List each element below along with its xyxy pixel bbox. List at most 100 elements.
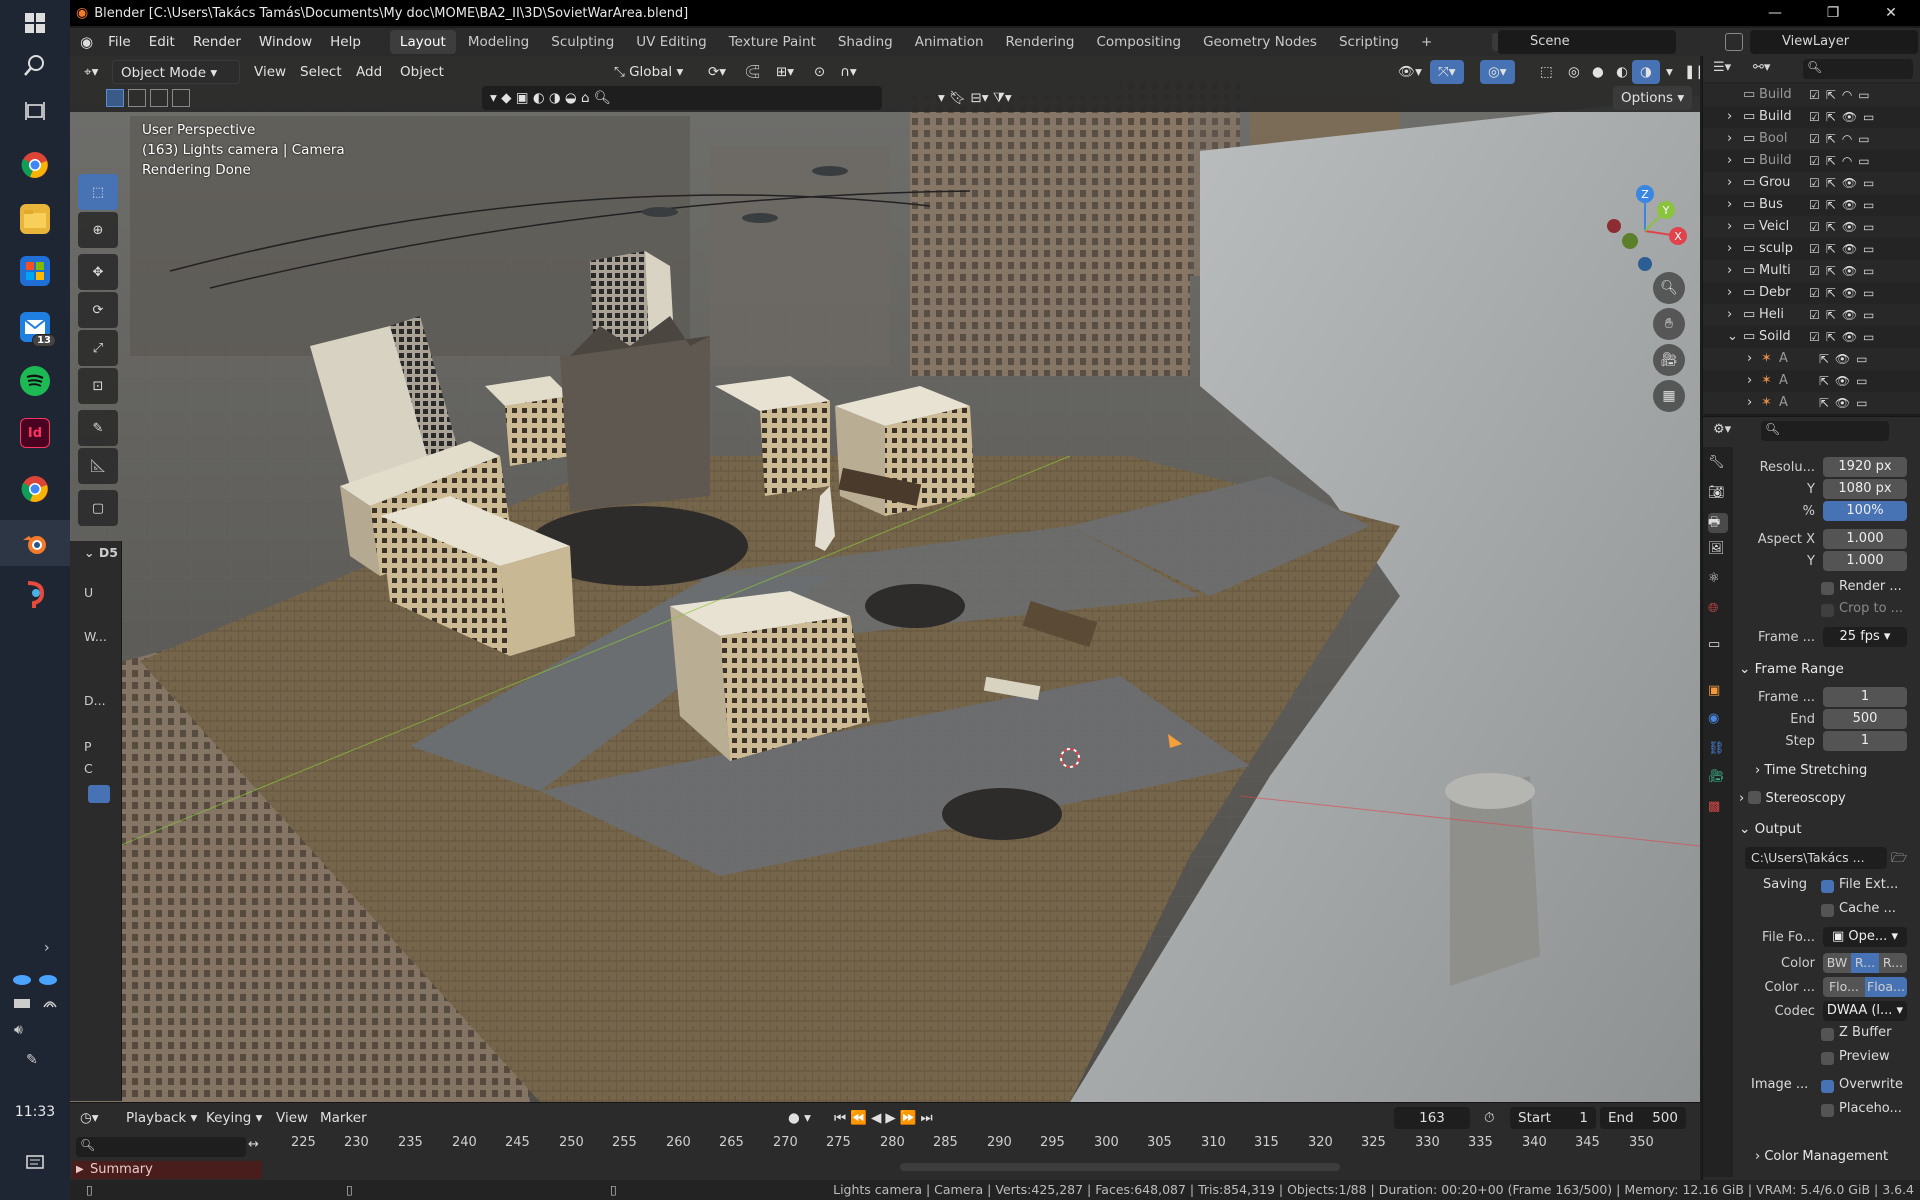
end-frame-field[interactable]: End 500 (1600, 1107, 1686, 1129)
record-icon[interactable]: ● ▾ (788, 1107, 811, 1129)
search-icon[interactable] (20, 50, 50, 80)
select-new-icon[interactable] (106, 89, 124, 107)
snap-icon[interactable]: 🧲︎ (736, 60, 769, 84)
npanel-header[interactable]: ⌄ D5 (84, 545, 118, 560)
menu-file[interactable]: File (99, 28, 140, 56)
proportional-edit-icon[interactable]: ⊙ (806, 60, 833, 84)
channel-width-icon[interactable]: ↔ (248, 1137, 259, 1152)
resolution-y-field[interactable]: 1080 px (1823, 479, 1907, 499)
annotate-tool-icon[interactable]: ✎ (78, 410, 118, 446)
view-layer-selector[interactable]: ViewLayer (1750, 30, 1918, 54)
render-region-checkbox[interactable] (1821, 582, 1834, 595)
outliner-display-icon[interactable]: ⚯▾ (1753, 60, 1770, 75)
output-tab-icon[interactable]: 🖶︎ (1708, 513, 1728, 533)
overwrite-checkbox[interactable] (1821, 1080, 1834, 1093)
codec-dropdown[interactable]: DWAA (l... ▾ (1823, 1001, 1907, 1021)
preview-checkbox[interactable] (1821, 1052, 1834, 1065)
scale-tool-icon[interactable]: ⤢ (78, 330, 118, 366)
notification-icon[interactable] (26, 1155, 44, 1175)
add-workspace-button[interactable]: + (1411, 30, 1442, 54)
maximize-button[interactable]: ❐ (1804, 0, 1862, 26)
texture-tab-icon[interactable]: ▩ (1708, 799, 1728, 819)
tab-geometry-nodes[interactable]: Geometry Nodes (1193, 30, 1327, 54)
xray-icon[interactable]: ⬚ (1532, 60, 1561, 84)
timeline-editor-type-icon[interactable]: ◷▾ (80, 1107, 99, 1129)
viewport-filter-bar[interactable]: ▾ ◆ ▣ ◐ ◑ ◒ ⌂ 🔍︎ (482, 86, 882, 110)
editor-type-icon[interactable]: ⌖▾ (76, 60, 106, 84)
cache-result-checkbox[interactable] (1821, 904, 1834, 917)
frame-rate-dropdown[interactable]: 25 fps ▾ (1823, 627, 1907, 647)
object-tab-icon[interactable]: ▣ (1708, 683, 1728, 703)
add-cube-tool-icon[interactable]: ▢ (78, 490, 118, 526)
render-tab-icon[interactable]: 📷︎ (1708, 485, 1728, 505)
snap-target-icon[interactable]: ⊞▾ (768, 60, 802, 84)
shading-rendered-icon[interactable]: ◑ (1632, 60, 1660, 84)
pan-hand-icon[interactable]: ✋︎ (1653, 308, 1685, 340)
tab-modeling[interactable]: Modeling (458, 30, 539, 54)
current-frame-field[interactable]: 163 (1394, 1107, 1470, 1129)
time-stretching-panel-header[interactable]: › Time Stretching (1739, 759, 1915, 783)
falloff-icon[interactable]: ∩▾ (832, 60, 865, 84)
scene-selector[interactable]: Scene (1498, 30, 1676, 54)
menu-view[interactable]: View (246, 60, 294, 84)
select-box-tool-icon[interactable]: ⬚ (78, 174, 118, 210)
menu-select[interactable]: Select (292, 60, 350, 84)
blender-taskbar-icon[interactable] (20, 528, 50, 558)
stereoscopy-checkbox[interactable] (1748, 791, 1762, 804)
zoom-icon[interactable]: 🔍︎ (1653, 272, 1685, 304)
measure-tool-icon[interactable]: 📐︎ (78, 448, 118, 484)
tab-uv-editing[interactable]: UV Editing (626, 30, 716, 54)
move-tool-icon[interactable]: ✥ (78, 254, 118, 290)
physics-tab-icon[interactable]: ◉ (1708, 711, 1728, 731)
cursor-tool-icon[interactable]: ⊕ (78, 212, 118, 248)
scene-tab-icon[interactable]: ⚛ (1708, 571, 1728, 591)
z-buffer-checkbox[interactable] (1821, 1028, 1834, 1041)
orientation-dropdown[interactable]: ⤡ Global ▾ (606, 60, 696, 84)
preview-range-icon[interactable]: ⏱ (1484, 1107, 1495, 1129)
network-icon[interactable] (12, 995, 60, 1015)
transform-tool-icon[interactable]: ⊡ (78, 368, 118, 404)
chevron-right-icon[interactable]: › (44, 940, 50, 956)
close-button[interactable]: ✕ (1862, 0, 1920, 26)
spotify-icon[interactable] (20, 366, 50, 396)
tab-layout[interactable]: Layout (389, 30, 456, 54)
file-format-dropdown[interactable]: ▣ Ope... ▾ (1823, 927, 1907, 947)
select-subtract-icon[interactable] (150, 89, 169, 107)
resolution-x-field[interactable]: 1920 px (1823, 457, 1907, 477)
select-invert-icon[interactable] (172, 89, 191, 107)
menu-object[interactable]: Object (392, 60, 452, 84)
frame-step-field[interactable]: 1 (1823, 731, 1907, 751)
summary-channel[interactable]: ▶ Summary (72, 1161, 262, 1179)
frame-start-field[interactable]: 1 (1823, 687, 1907, 707)
chrome-icon-2[interactable] (20, 474, 50, 504)
outliner-editor-icon[interactable]: ☰▾ (1713, 60, 1731, 75)
timeline-scrollbar[interactable] (900, 1163, 1340, 1171)
select-mode-buttons[interactable] (106, 89, 202, 109)
file-explorer-icon[interactable] (20, 204, 50, 234)
pen-icon[interactable]: ✎ (26, 1052, 38, 1068)
store-icon[interactable] (20, 256, 50, 286)
aspect-x-field[interactable]: 1.000 (1823, 529, 1907, 549)
clock-time[interactable]: 11:33 (0, 1104, 70, 1120)
tab-compositing[interactable]: Compositing (1086, 30, 1191, 54)
pivot-icon[interactable]: ⟳▾ (700, 60, 734, 84)
npanel-color-swatch[interactable] (88, 785, 110, 803)
tab-animation[interactable]: Animation (905, 30, 994, 54)
playback-controls[interactable]: ⏮⏪◀▶⏩⏭ (834, 1107, 937, 1129)
tab-scripting[interactable]: Scripting (1329, 30, 1409, 54)
constraints-tab-icon[interactable]: ⛓︎ (1708, 741, 1728, 761)
volume-icon[interactable]: 🔊︎ (14, 1022, 23, 1038)
stereoscopy-panel-header[interactable]: › Stereoscopy (1739, 787, 1915, 811)
world-tab-icon[interactable]: 🌐︎ (1708, 601, 1728, 621)
outliner-search-input[interactable]: 🔍︎ (1803, 59, 1913, 79)
properties-editor-icon[interactable]: ⚙▾ (1713, 422, 1731, 437)
folder-icon[interactable]: 🗁︎ (1891, 849, 1907, 871)
timeline-ruler[interactable]: 🔍︎ ↔ 225 230 235 240 245 250 255 260 265… (70, 1135, 1700, 1159)
frame-end-field[interactable]: 500 (1823, 709, 1907, 729)
menu-view-timeline[interactable]: View (276, 1107, 308, 1129)
output-path-field[interactable]: C:\Users\Takács ... (1745, 847, 1887, 869)
properties-search-input[interactable]: 🔍︎ (1761, 421, 1889, 441)
gizmo-toggle-icon[interactable]: ⤧▾ (1430, 60, 1464, 84)
overlay-toggle-icon[interactable]: ◎▾ (1480, 60, 1515, 84)
frame-range-panel-header[interactable]: ⌄ Frame Range (1739, 657, 1915, 681)
